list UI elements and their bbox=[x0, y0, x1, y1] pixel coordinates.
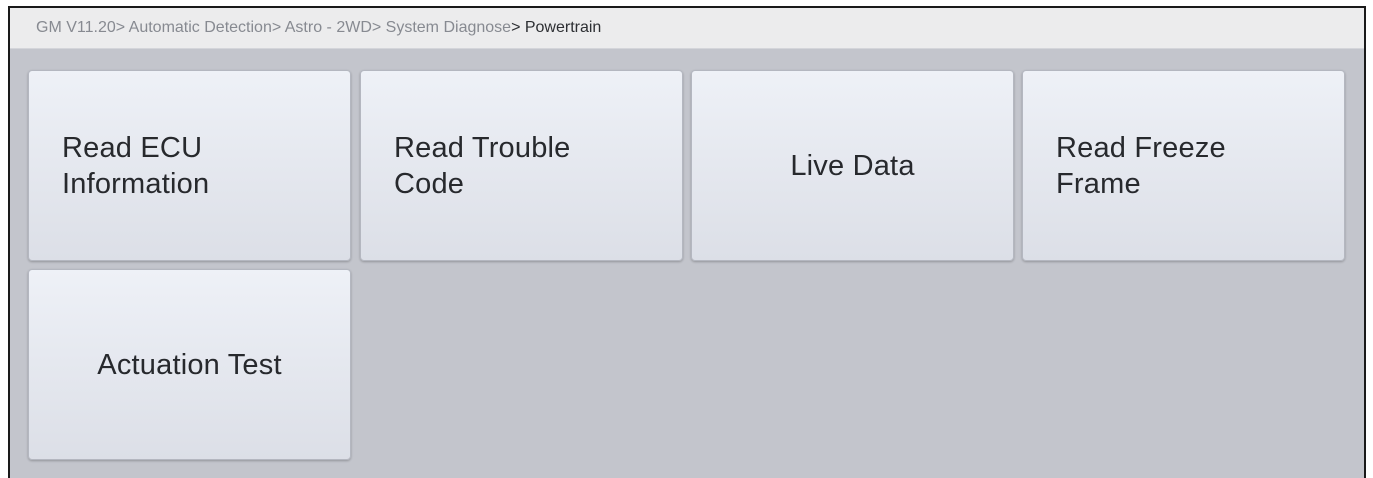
tile-label-line: Information bbox=[62, 167, 210, 200]
read-freeze-frame-button[interactable]: Read Freeze Frame bbox=[1022, 70, 1345, 261]
tile-label: Actuation Test bbox=[97, 347, 281, 383]
tile-label: Read ECU Information bbox=[29, 130, 282, 202]
tile-label-line: Actuation Test bbox=[97, 348, 282, 381]
app-window: GM V11.20 > Automatic Detection > Astro … bbox=[8, 6, 1366, 478]
tile-label-line: Frame bbox=[1056, 167, 1141, 200]
read-trouble-code-button[interactable]: Read Trouble Code bbox=[360, 70, 683, 261]
live-data-button[interactable]: Live Data bbox=[691, 70, 1014, 261]
breadcrumb-item-system-diagnose[interactable]: > System Diagnose bbox=[372, 19, 511, 37]
tile-label: Live Data bbox=[790, 148, 914, 184]
tile-label-line: Read Freeze bbox=[1056, 131, 1226, 164]
breadcrumb-item-astro[interactable]: > Astro - 2WD bbox=[272, 19, 372, 37]
tile-label-line: Live Data bbox=[790, 149, 915, 182]
breadcrumb-item-automatic-detection[interactable]: > Automatic Detection bbox=[116, 19, 272, 37]
tile-label-line: Code bbox=[394, 167, 465, 200]
breadcrumb-item-powertrain: > Powertrain bbox=[511, 19, 602, 36]
tile-label-line: Read ECU bbox=[62, 131, 203, 164]
read-ecu-information-button[interactable]: Read ECU Information bbox=[28, 70, 351, 261]
breadcrumb: GM V11.20 > Automatic Detection > Astro … bbox=[10, 8, 1364, 49]
actuation-test-button[interactable]: Actuation Test bbox=[28, 269, 351, 460]
tile-label: Read Freeze Frame bbox=[1023, 130, 1276, 202]
breadcrumb-item-gm[interactable]: GM V11.20 bbox=[36, 19, 116, 37]
tile-label-line: Read Trouble bbox=[394, 131, 571, 164]
tile-label: Read Trouble Code bbox=[361, 130, 614, 202]
